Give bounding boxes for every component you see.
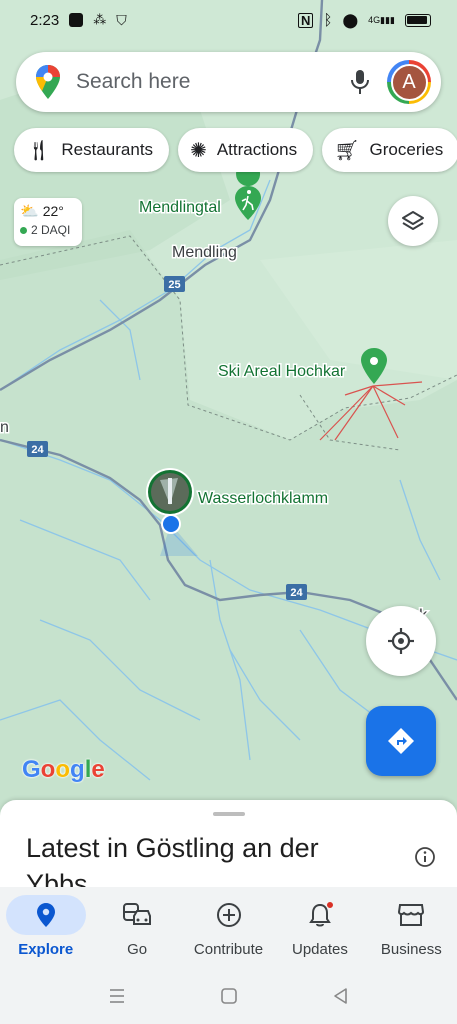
sync-icon: ⁂ xyxy=(93,12,107,27)
partly-cloudy-icon: ⛅ xyxy=(20,203,39,220)
app-notification-icon xyxy=(69,13,84,27)
chip-restaurants[interactable]: 🍴︎ Restaurants xyxy=(14,128,170,172)
place-label-wasserlochklamm: Wasserlochklamm xyxy=(198,490,328,507)
add-circle-icon xyxy=(216,903,241,927)
my-location-button[interactable] xyxy=(366,606,436,676)
signal-icon: 4G▮▮▮ xyxy=(368,14,395,25)
commute-icon xyxy=(123,903,152,925)
aqi-value: 2 DAQI xyxy=(31,223,71,237)
place-label-edge-left: n xyxy=(0,419,9,436)
place-label-mendling: Mendling xyxy=(172,244,237,261)
svg-text:24: 24 xyxy=(290,587,303,599)
nav-label: Updates xyxy=(291,941,348,958)
road-shield-25: 25 xyxy=(164,276,185,292)
nav-contribute[interactable]: Contribute xyxy=(183,887,274,967)
chip-label: Groceries xyxy=(369,140,444,159)
nfc-icon: N xyxy=(298,12,314,28)
layers-button[interactable] xyxy=(388,196,438,246)
nav-label: Explore xyxy=(18,941,74,958)
explore-pin-icon xyxy=(36,903,55,927)
chip-groceries[interactable]: 🛒︎ Groceries xyxy=(322,128,457,172)
nav-label: Business xyxy=(380,941,442,958)
cart-icon: 🛒︎ xyxy=(334,139,360,162)
location-status-icon: ⬤ xyxy=(342,11,359,28)
map-canvas[interactable]: 25 24 24 Mendlingtal Mendling Ski Areal … xyxy=(0,0,457,810)
road-shield-24-west: 24 xyxy=(27,441,48,457)
category-chips: 🍴︎ Restaurants ✺ Attractions 🛒︎ Grocerie… xyxy=(14,128,457,172)
svg-text:25: 25 xyxy=(168,279,180,291)
aqi-status-dot xyxy=(20,226,27,234)
maps-pin-logo-icon xyxy=(36,65,60,99)
layers-icon xyxy=(402,211,424,230)
directions-icon xyxy=(388,728,414,754)
bluetooth-icon: ᛒ xyxy=(323,11,333,29)
bottom-sheet[interactable]: Latest in Göstling an der Ybbs xyxy=(0,800,457,895)
nav-label: Contribute xyxy=(193,941,264,958)
recents-menu-icon[interactable] xyxy=(107,988,127,1004)
search-input[interactable]: Search here xyxy=(76,70,349,94)
battery-icon xyxy=(405,13,431,27)
crosshair-icon xyxy=(388,628,414,654)
bottom-navigation: Explore Go Contribute Updates Business xyxy=(0,887,457,967)
chip-label: Restaurants xyxy=(61,140,154,159)
weather-temperature: 22° xyxy=(42,203,64,219)
nav-label: Go xyxy=(127,941,148,958)
home-square-icon[interactable] xyxy=(220,987,238,1005)
storefront-icon xyxy=(398,904,425,926)
chip-attractions[interactable]: ✺ Attractions xyxy=(178,128,314,172)
search-bar[interactable]: Search here A xyxy=(16,52,441,112)
place-label-ski-areal-hochkar: Ski Areal Hochkar xyxy=(218,363,346,380)
weather-widget[interactable]: ⛅ 22° 2 DAQI xyxy=(14,198,82,246)
microphone-icon[interactable] xyxy=(349,69,371,95)
attractions-icon: ✺ xyxy=(190,139,207,162)
status-time: 2:23 xyxy=(30,11,60,29)
wasserlochklamm-photo-pin[interactable] xyxy=(146,468,194,516)
svg-text:24: 24 xyxy=(31,444,44,456)
sheet-title: Latest in Göstling an der Ybbs xyxy=(26,833,319,895)
chip-label: Attractions xyxy=(216,140,298,159)
nav-go[interactable]: Go xyxy=(91,887,182,967)
system-navigation-bar xyxy=(0,967,457,1024)
info-icon[interactable] xyxy=(414,846,436,868)
avatar-letter: A xyxy=(390,63,428,101)
nav-explore[interactable]: Explore xyxy=(0,887,91,967)
notification-badge xyxy=(325,901,334,909)
road-shield-24-east: 24 xyxy=(286,584,307,600)
sheet-drag-handle[interactable] xyxy=(212,812,245,816)
directions-button[interactable] xyxy=(366,706,436,776)
account-avatar[interactable]: A xyxy=(387,60,431,104)
nav-business[interactable]: Business xyxy=(366,887,457,967)
fork-knife-icon: 🍴︎ xyxy=(26,139,52,162)
place-label-mendlingtal: Mendlingtal xyxy=(139,199,221,216)
status-bar: 2:23 ⁂ ⛉ N ᛒ ⬤ 4G▮▮▮ xyxy=(0,0,457,40)
back-triangle-icon[interactable] xyxy=(332,987,350,1005)
google-logo: Google xyxy=(22,756,105,783)
nav-updates[interactable]: Updates xyxy=(274,887,365,967)
shield-status-icon: ⛉ xyxy=(116,11,127,28)
